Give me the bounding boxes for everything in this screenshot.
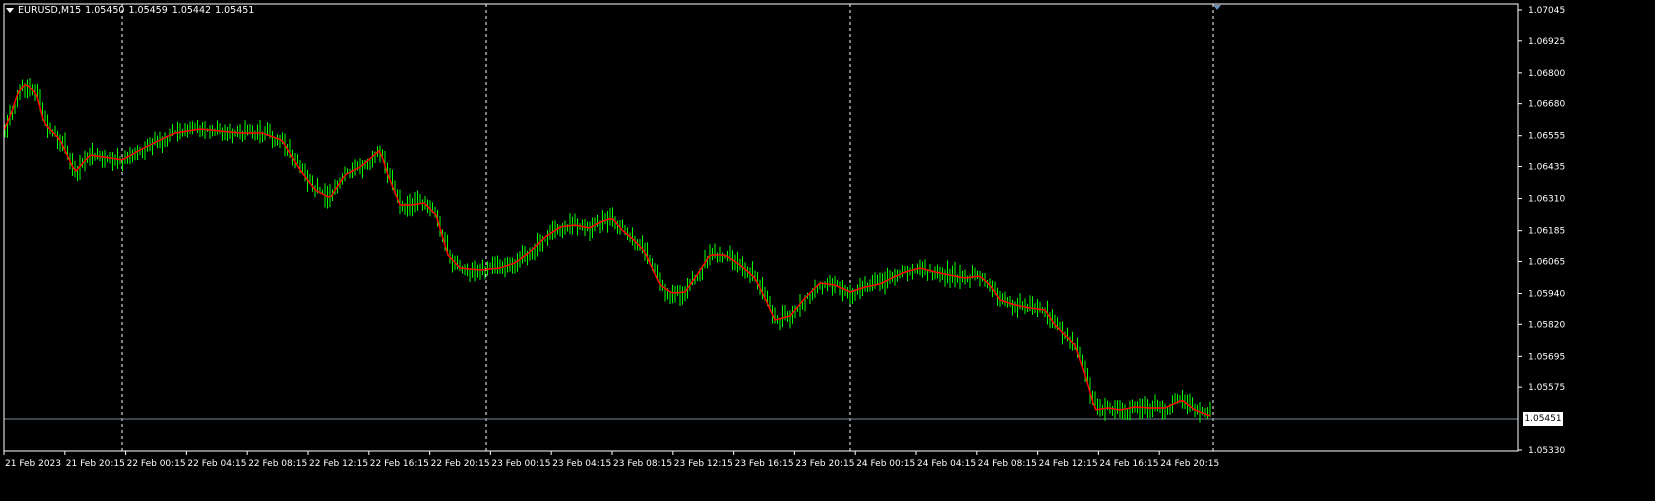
price-chart[interactable]: 1.07045 1.06925 1.06800 1.06680 1.06555 1.064… [0,0,1655,501]
price-tick-label: 1.05695 [1528,352,1565,362]
day-separators [121,4,1214,451]
time-tick-label: 24 Feb 12:15 [1039,459,1098,469]
price-scale: 1.07045 1.06925 1.06800 1.06680 1.06555 1.064… [1518,6,1565,456]
price-tick-label: 1.06680 [1528,100,1565,110]
price-tick-label: 1.07045 [1528,6,1565,16]
time-tick-label: 22 Feb 04:15 [187,459,246,469]
time-tick-label: 24 Feb 20:15 [1160,459,1219,469]
close-price: 1.05451 [215,5,255,16]
time-tick-label: 24 Feb 16:15 [1099,459,1158,469]
time-tick-label: 23 Feb 16:15 [735,459,794,469]
time-tick-label: 21 Feb 20:15 [66,459,125,469]
time-scale: 21 Feb 2023 21 Feb 20:15 22 Feb 00:15 22 Fe… [3,451,1219,469]
price-tick-label: 1.06555 [1528,132,1565,142]
price-tick-label: 1.06065 [1528,257,1565,267]
price-tick-label: 1.06310 [1528,195,1565,205]
time-tick-label: 24 Feb 08:15 [978,459,1037,469]
time-tick-label: 23 Feb 04:15 [552,459,611,469]
time-tick-label: 24 Feb 04:15 [917,459,976,469]
open-price: 1.05450 [85,5,125,16]
time-tick-label: 22 Feb 16:15 [370,459,429,469]
price-tick-label: 1.06925 [1528,37,1565,47]
time-tick-label: 21 Feb 2023 [5,459,61,469]
chart-menu-arrow-icon[interactable] [6,8,14,13]
time-tick-label: 22 Feb 20:15 [431,459,490,469]
price-tick-label: 1.05820 [1528,320,1565,330]
price-tick-label: 1.05575 [1528,383,1565,393]
time-tick-label: 22 Feb 08:15 [248,459,307,469]
time-tick-label: 23 Feb 12:15 [674,459,733,469]
time-tick-label: 23 Feb 00:15 [491,459,550,469]
price-tick-label: 1.06800 [1528,69,1565,79]
time-tick-label: 22 Feb 12:15 [309,459,368,469]
plot-frame [3,3,1519,452]
time-tick-label: 23 Feb 08:15 [613,459,672,469]
axes [3,3,1519,452]
high-price: 1.05459 [128,5,168,16]
shift-marker-icon[interactable] [1213,5,1221,10]
low-price: 1.05442 [171,5,212,16]
chart-header: EURUSD,M15 1.05450 1.05459 1.05442 1.054… [6,5,254,16]
price-tick-label: 1.06435 [1528,163,1565,173]
symbol-timeframe: EURUSD,M15 [18,5,82,16]
candles [4,78,1211,423]
time-tick-label: 23 Feb 20:15 [795,459,854,469]
price-tick-label: 1.06185 [1528,227,1565,237]
price-tick-label: 1.05330 [1528,446,1565,456]
price-tick-label: 1.05940 [1528,289,1565,299]
time-tick-label: 22 Feb 00:15 [127,459,186,469]
time-tick-label: 24 Feb 00:15 [856,459,915,469]
current-price-label: 1.05451 [1523,412,1563,426]
